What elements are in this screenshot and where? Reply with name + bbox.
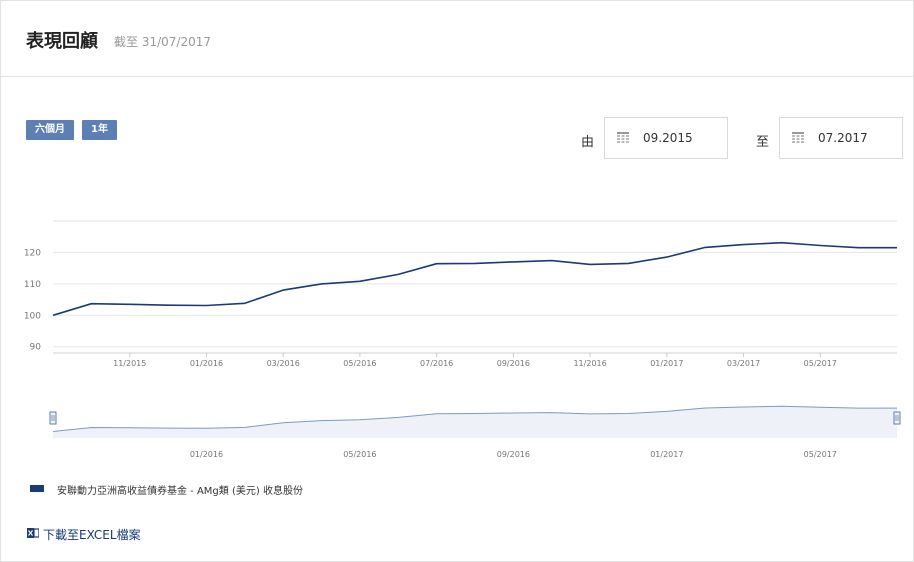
legend-label[interactable]: 安聯動力亞洲高收益債券基金 - AMg類 (美元) 收息股份 bbox=[57, 482, 303, 497]
y-tick-label: 90 bbox=[30, 343, 42, 353]
legend-swatch[interactable] bbox=[30, 485, 44, 492]
navigator-tick-label: 01/2017 bbox=[650, 450, 683, 459]
download-excel-link[interactable]: 下載至EXCEL檔案 bbox=[43, 526, 141, 543]
navigator-tick-label: 01/2016 bbox=[190, 450, 223, 459]
navigator-left-handle[interactable] bbox=[49, 411, 57, 425]
navigator-right-handle[interactable] bbox=[893, 411, 901, 425]
y-tick-label: 100 bbox=[24, 311, 41, 321]
x-tick-label: 05/2016 bbox=[343, 359, 376, 368]
navigator-tick-label: 05/2017 bbox=[804, 450, 837, 459]
x-tick-label: 03/2017 bbox=[727, 359, 760, 368]
x-tick-label: 05/2017 bbox=[804, 359, 837, 368]
x-tick-label: 11/2016 bbox=[573, 359, 606, 368]
excel-icon[interactable] bbox=[27, 527, 39, 539]
navigator-area bbox=[53, 406, 897, 437]
x-tick-label: 03/2016 bbox=[267, 359, 300, 368]
y-tick-label: 120 bbox=[24, 248, 41, 258]
y-tick-label: 110 bbox=[24, 280, 41, 290]
performance-chart: 90 100 110 120 11/2015 01/2016 03/2016 05/2016 0… bbox=[24, 220, 901, 459]
navigator-tick-label: 09/2016 bbox=[497, 450, 530, 459]
navigator-tick-label: 05/2016 bbox=[343, 450, 376, 459]
x-tick-label: 01/2016 bbox=[190, 359, 223, 368]
x-tick-label: 11/2015 bbox=[113, 359, 146, 368]
x-tick-label: 01/2017 bbox=[650, 359, 683, 368]
series-line bbox=[52, 241, 897, 317]
x-tick-label: 07/2016 bbox=[420, 359, 453, 368]
x-tick-label: 09/2016 bbox=[497, 359, 530, 368]
